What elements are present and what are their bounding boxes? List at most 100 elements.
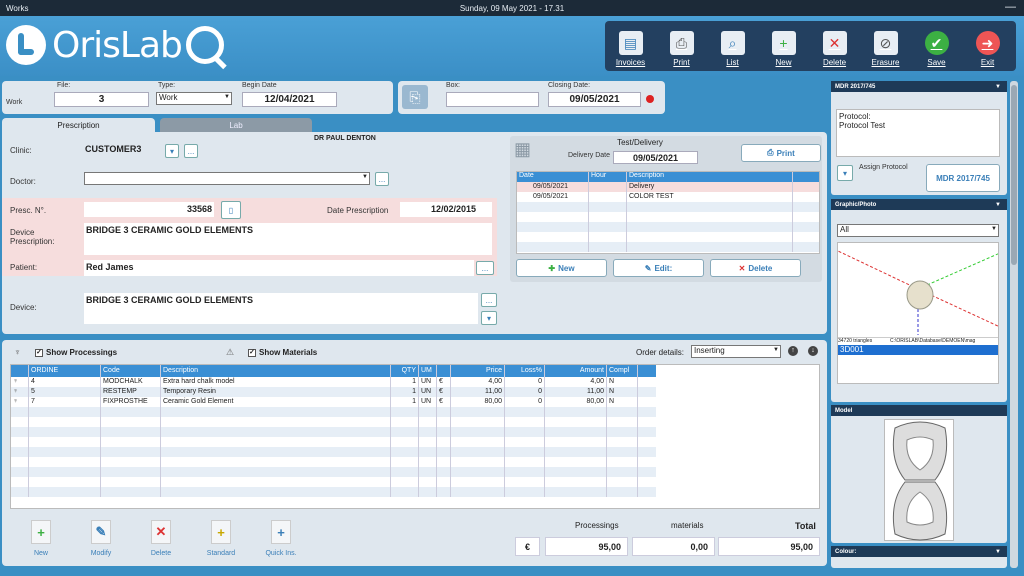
delete-doc-icon: ✕ [822,31,847,55]
processing-cell [101,477,161,487]
processing-row[interactable] [11,417,656,427]
processing-column-header[interactable]: UM [419,365,437,377]
minimize-button[interactable]: — [1005,1,1016,13]
processing-column-header[interactable]: Code [101,365,161,377]
test-row[interactable]: 09/05/2021 Delivery [517,182,819,192]
device-dropdown-button[interactable]: ▾ [481,311,497,325]
tab-prescription[interactable]: Prescription [2,118,155,132]
clinic-dropdown-button[interactable]: ▾ [165,144,179,158]
toolbar-save-button[interactable]: ✔ Save [911,21,962,71]
toolbar-print-button[interactable]: ⎙ Print [656,21,707,71]
processing-column-header[interactable]: QTY [391,365,419,377]
patient-field[interactable]: Red James [84,260,474,276]
processing-row[interactable] [11,447,656,457]
processing-row[interactable] [11,477,656,487]
test-edit-button[interactable]: ✎ Edit: [613,259,704,277]
processing-column-header[interactable] [437,365,451,377]
scrollbar-thumb[interactable] [1011,85,1017,265]
test-row[interactable]: 09/05/2021 COLOR TEST [517,192,819,202]
test-column-header[interactable]: Hour [589,172,627,182]
protocol-text[interactable]: Protocol: Protocol Test [836,109,1000,157]
begin-date-field[interactable]: 12/04/2021 [242,92,337,107]
graphic-filter-select[interactable]: All ▼ [837,224,999,237]
test-row[interactable] [517,222,819,232]
processing-row[interactable] [11,437,656,447]
processing-cell [451,467,505,477]
toolbar-list-button[interactable]: ⌕ List [707,21,758,71]
patient-more-button[interactable]: ... [476,261,494,275]
processing-row[interactable] [11,467,656,477]
processing-row[interactable]: ♆ 5 RESTEMP Temporary Resin 1 UN €11,00 0 11,00 N [11,387,656,397]
order-details-select[interactable]: Inserting ▼ [691,345,781,358]
processing-row[interactable] [11,457,656,467]
colour-header[interactable]: Colour: ▼ [831,546,1007,557]
toolbar-exit-button[interactable]: ➜ Exit [962,21,1013,71]
processing-row[interactable] [11,407,656,417]
box-field[interactable] [446,92,539,107]
presc-no-field[interactable]: 33568 [84,202,214,217]
toolbar-delete-button[interactable]: ✕ Delete [809,21,860,71]
processing-cell: N [607,377,638,387]
device-presc-field[interactable]: BRIDGE 3 CERAMIC GOLD ELEMENTS [84,223,492,255]
move-down-icon[interactable]: ↓ [808,346,818,356]
processing-column-header[interactable]: Loss% [505,365,545,377]
processing-row[interactable]: ♆ 7 FIXPROSTHE Ceramic Gold Element 1 UN €80,0… [11,397,656,407]
show-materials-checkbox[interactable]: ✓ Show Materials [248,348,317,357]
test-row[interactable] [517,242,819,252]
clinic-more-button[interactable]: ... [184,144,198,158]
work-label: Work [6,99,23,106]
test-print-button[interactable]: ⎙ Print [741,144,821,162]
doctor-select[interactable]: ▼ [84,172,370,185]
check-icon: ✔ [924,31,949,55]
processing-row[interactable] [11,487,656,497]
test-delete-button[interactable]: ✕ Delete [710,259,801,277]
move-up-icon[interactable]: ↑ [788,346,798,356]
toolbar-invoices-button[interactable]: ▤ Invoices [605,21,656,71]
test-edit-label: Edit: [654,263,673,273]
test-column-header[interactable]: Date [517,172,589,182]
test-row[interactable] [517,212,819,222]
type-select[interactable]: Work ▼ [156,92,232,105]
device-more-button[interactable]: ... [481,293,497,307]
right-scrollbar[interactable] [1010,81,1018,568]
processing-column-header[interactable]: Description [161,365,391,377]
doctor-more-button[interactable]: ... [375,172,389,186]
show-processings-checkbox[interactable]: ✓ Show Processings [35,348,117,357]
test-column-header[interactable]: Description [627,172,793,182]
dental-model-image[interactable] [884,419,954,541]
processing-cell [161,487,391,497]
processing-button-label: New [33,550,48,557]
processing-row[interactable]: ♆ 4 MODCHALK Extra hard chalk model 1 UN €4,00… [11,377,656,387]
3d-viewer[interactable]: 34720 triangles C:\ORISLAB\Database\DEMO… [837,242,999,384]
processing-new-button[interactable]: + New [22,520,60,557]
processing-cell [161,437,391,447]
processing-cell [451,457,505,467]
toolbar-erasure-button[interactable]: ⊘ Erasure [860,21,911,71]
test-new-button[interactable]: ✚ New [516,259,607,277]
test-row[interactable] [517,202,819,212]
mdr-button[interactable]: MDR 2017/745 [926,164,1000,192]
assign-dropdown-button[interactable]: ▾ [837,165,853,181]
presc-date-field[interactable]: 12/02/2015 [400,202,492,217]
document-icon[interactable]: ▯ [221,201,241,219]
test-row[interactable] [517,232,819,242]
delivery-date-field[interactable]: 09/05/2021 [613,151,698,164]
toolbar-new-button[interactable]: + New [758,21,809,71]
device-field[interactable]: BRIDGE 3 CERAMIC GOLD ELEMENTS [84,293,478,324]
processing-quick-ins-button[interactable]: + Quick Ins. [262,520,300,557]
mdr-header[interactable]: MDR 2017/745 ▼ [831,81,1007,92]
graphic-header[interactable]: Graphic/Photo ▼ [831,199,1007,210]
processing-modify-button[interactable]: ✎ Modify [82,520,120,557]
file-field[interactable]: 3 [54,92,149,107]
model-header[interactable]: Model [831,405,1007,416]
processing-standard-button[interactable]: + Standard [202,520,240,557]
tab-lab[interactable]: Lab [160,118,312,132]
processing-column-header[interactable]: Compl [607,365,638,377]
processing-column-header[interactable]: Price [451,365,505,377]
processing-delete-button[interactable]: ✕ Delete [142,520,180,557]
selected-model-item[interactable]: 3D001 [838,345,998,355]
processing-row[interactable] [11,427,656,437]
processing-column-header[interactable]: ORDINE [29,365,101,377]
processing-column-header[interactable]: Amount [545,365,607,377]
closing-date-field[interactable]: 09/05/2021 [548,92,641,107]
